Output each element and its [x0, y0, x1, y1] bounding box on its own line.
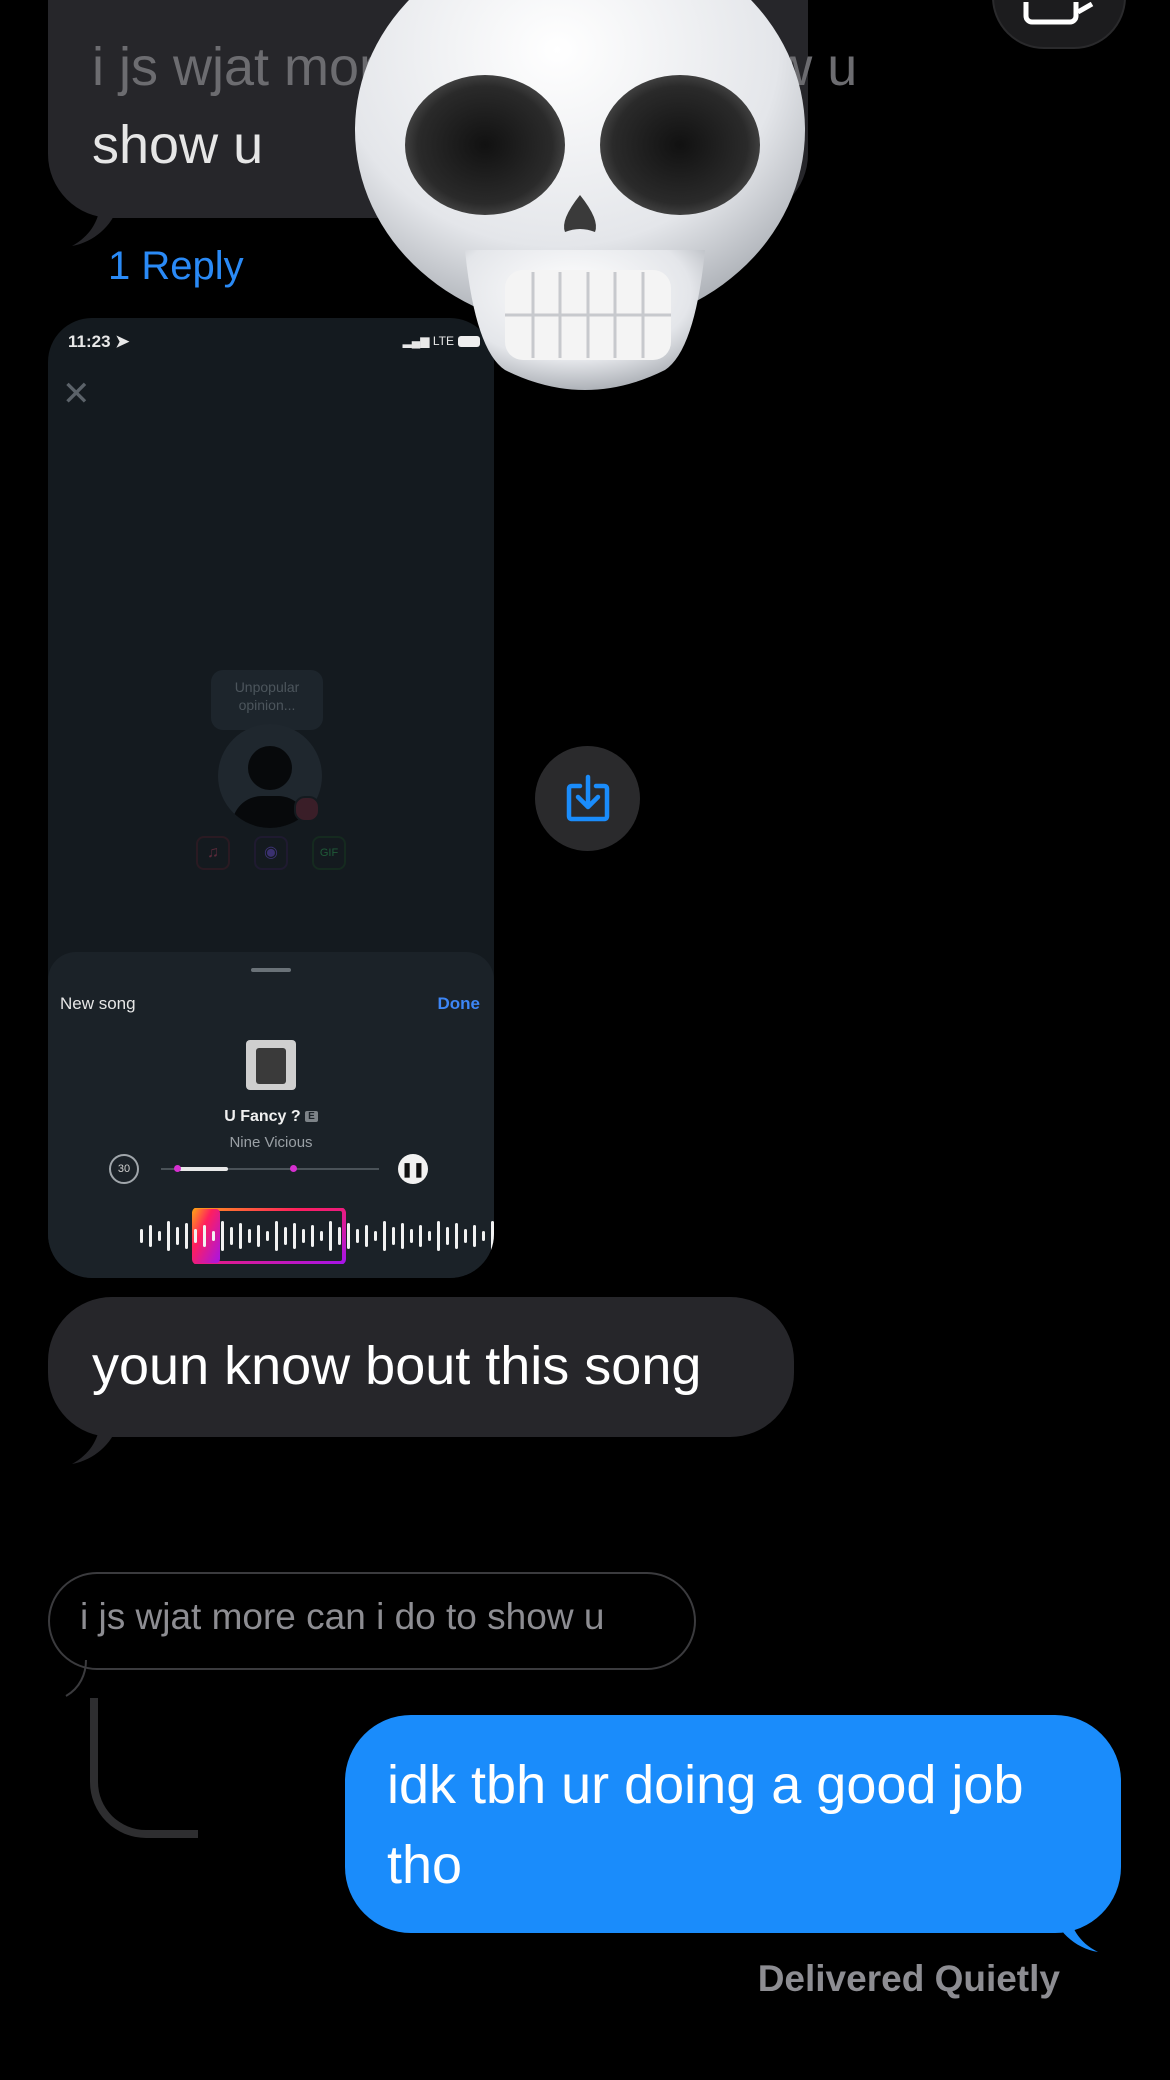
- done-button: Done: [437, 994, 481, 1013]
- waveform-bar: [401, 1223, 404, 1249]
- waveform-bar: [203, 1225, 206, 1247]
- waveform-bar: [383, 1221, 386, 1251]
- waveform-bar: [392, 1227, 395, 1245]
- waveform-bar: [302, 1229, 305, 1243]
- waveform-bar: [239, 1223, 242, 1249]
- video-camera-icon: [1023, 2, 1094, 25]
- sheet-grabber: [251, 968, 291, 972]
- waveform-bar: [428, 1231, 431, 1241]
- message-text: youn know bout this song: [92, 1336, 702, 1396]
- quoted-message-text: i js wjat more can i do to show u: [80, 1596, 605, 1637]
- waveform-bar: [221, 1221, 224, 1251]
- waveform-bar: [455, 1223, 458, 1249]
- song-title: U Fancy ? E: [48, 1108, 494, 1126]
- waveform-bar: [230, 1227, 233, 1245]
- waveform: [140, 1208, 494, 1264]
- screenshot-attachment[interactable]: 11:23 ➤ ▂▄▆ LTE ✕ Unpopular opinion... ♫…: [48, 318, 494, 1278]
- skull-memoji-icon: [355, 0, 805, 390]
- waveform-bar: [293, 1223, 296, 1249]
- message-bubble-incoming[interactable]: youn know bout this song: [48, 1297, 794, 1437]
- message-bubble-outgoing[interactable]: idk tbh ur doing a good job tho: [345, 1715, 1121, 1933]
- progress-fill: [178, 1167, 228, 1171]
- waveform-bar: [149, 1225, 152, 1247]
- waveform-bar: [176, 1227, 179, 1245]
- skip-30-icon: 30: [109, 1154, 139, 1184]
- waveform-bar: [167, 1221, 170, 1251]
- album-art: [246, 1040, 296, 1090]
- bubble-tail: [65, 1660, 87, 1697]
- waveform-bar: [437, 1221, 440, 1251]
- waveform-bar: [347, 1223, 350, 1249]
- waveform-bar: [158, 1231, 161, 1241]
- song-picker-sheet: New song Done U Fancy ? E Nine Vicious 3…: [48, 952, 494, 1278]
- download-icon: [566, 774, 610, 822]
- waveform-bar: [491, 1221, 494, 1251]
- waveform-bar: [365, 1225, 368, 1247]
- bubble-tail: [72, 1424, 118, 1464]
- explicit-badge: E: [305, 1111, 318, 1123]
- bubble-tail: [72, 206, 118, 246]
- reaction-dot: [294, 796, 320, 822]
- facetime-button[interactable]: [992, 0, 1126, 49]
- waveform-bar: [482, 1231, 485, 1241]
- reply-count-link[interactable]: 1 Reply: [108, 244, 244, 289]
- waveform-bar: [275, 1221, 278, 1251]
- save-attachment-button[interactable]: [535, 746, 640, 851]
- location-pin-icon: ◉: [254, 836, 288, 870]
- waveform-bar: [473, 1225, 476, 1247]
- quoted-message[interactable]: i js wjat more can i do to show u: [48, 1572, 696, 1670]
- opinion-card: Unpopular opinion...: [211, 670, 323, 730]
- waveform-bar: [410, 1229, 413, 1243]
- song-artist: Nine Vicious: [229, 1134, 313, 1151]
- progress-marker: [290, 1165, 297, 1172]
- waveform-bar: [266, 1231, 269, 1241]
- waveform-bar: [356, 1229, 359, 1243]
- waveform-bar: [464, 1229, 467, 1243]
- waveform-bar: [338, 1227, 341, 1245]
- sheet-title: New song: [60, 994, 136, 1013]
- waveform-bar: [248, 1229, 251, 1243]
- reply-thread-line: [90, 1698, 198, 1838]
- waveform-bar: [374, 1231, 377, 1241]
- status-time: 11:23 ➤: [68, 332, 130, 351]
- delivery-status: Delivered Quietly: [757, 1958, 1060, 1999]
- waveform-bar: [320, 1231, 323, 1241]
- bubble-tail: [1050, 1908, 1098, 1952]
- waveform-bar: [194, 1229, 197, 1243]
- progress-marker: [174, 1165, 181, 1172]
- waveform-bar: [329, 1221, 332, 1251]
- waveform-bar: [185, 1223, 188, 1249]
- message-text: show u: [92, 115, 264, 175]
- waveform-bar: [212, 1231, 215, 1241]
- waveform-bar: [257, 1225, 260, 1247]
- gif-icon: GIF: [312, 836, 346, 870]
- message-text: idk tbh ur doing a good job tho: [387, 1755, 1024, 1895]
- waveform-bar: [311, 1225, 314, 1247]
- waveform-bar: [446, 1227, 449, 1245]
- waveform-bar: [284, 1227, 287, 1245]
- music-note-icon: ♫: [196, 836, 230, 870]
- close-icon: ✕: [62, 375, 91, 413]
- waveform-bar: [419, 1225, 422, 1247]
- pause-icon: ❚❚: [398, 1154, 428, 1184]
- waveform-selection-head: [194, 1209, 220, 1263]
- waveform-bar: [140, 1229, 143, 1243]
